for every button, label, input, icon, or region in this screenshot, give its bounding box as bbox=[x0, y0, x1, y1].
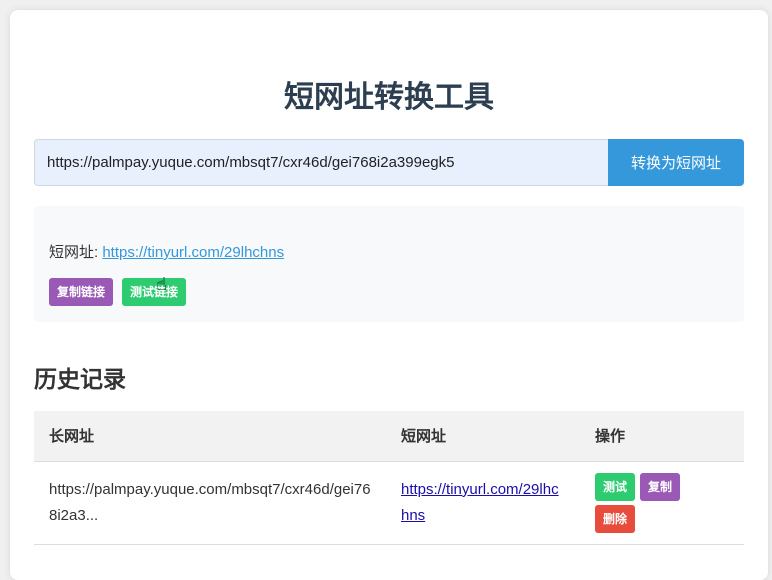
long-url-cell: https://palmpay.yuque.com/mbsqt7/cxr46d/… bbox=[34, 461, 386, 545]
delete-button[interactable]: 删除 bbox=[595, 504, 636, 533]
short-url-label: 短网址: bbox=[49, 244, 103, 261]
column-header: 长网址 bbox=[34, 411, 386, 462]
short-url-cell-link[interactable]: https://tinyurl.com/29lhchns bbox=[401, 481, 559, 524]
short-url-link[interactable]: https://tinyurl.com/29lhchns bbox=[102, 244, 284, 261]
result-box: 短网址: https://tinyurl.com/29lhchns 复制链接 测试… bbox=[34, 206, 744, 322]
column-header: 短网址 bbox=[386, 411, 580, 462]
convert-button[interactable]: 转换为短网址 bbox=[608, 139, 744, 186]
long-url-input[interactable] bbox=[34, 139, 608, 186]
copy-button[interactable]: 复制 bbox=[640, 472, 681, 501]
page-title: 短网址转换工具 bbox=[284, 80, 494, 115]
hand-cursor-icon: ☝ bbox=[156, 274, 167, 295]
test-button[interactable]: 测试 bbox=[595, 472, 636, 501]
copy-link-button[interactable]: 复制链接 bbox=[49, 278, 114, 306]
history-heading: 历史记录 bbox=[34, 367, 126, 393]
url-form: 转换为短网址 bbox=[34, 139, 744, 186]
history-table: 长网址 短网址 操作 https://palmpay.yuque.com/mbsqt… bbox=[34, 411, 744, 545]
column-header: 操作 bbox=[580, 411, 744, 462]
test-link-button[interactable]: 测试链接 bbox=[122, 278, 187, 306]
main-card: 短网址转换工具 转换为短网址 短网址: https://tinyurl.com/… bbox=[10, 10, 768, 580]
result-line: 短网址: https://tinyurl.com/29lhchns bbox=[49, 241, 284, 262]
table-row: https://palmpay.yuque.com/mbsqt7/cxr46d/… bbox=[34, 461, 744, 545]
